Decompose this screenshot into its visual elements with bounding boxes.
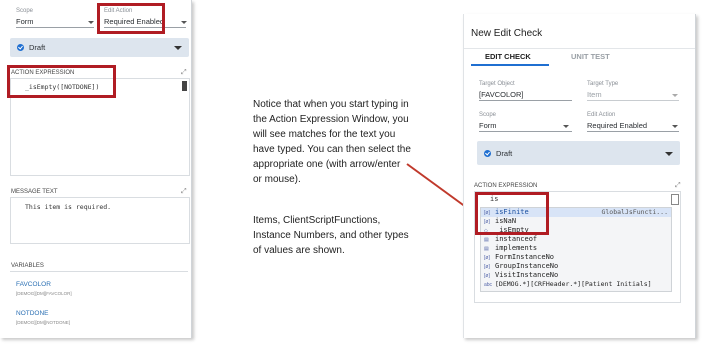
- edit-action-chevron-down-icon[interactable]: [181, 21, 187, 24]
- editor-scrollbar[interactable]: [182, 81, 187, 91]
- status-chevron-down-icon[interactable]: [665, 152, 673, 156]
- suggestion-detail: GlobalJsFuncti...: [601, 208, 668, 216]
- suggestion-item[interactable]: [ø] GroupInstanceNo: [481, 262, 671, 271]
- suggestion-item[interactable]: [ø] FormInstanceNo: [481, 253, 671, 262]
- scope-label: Scope: [479, 112, 497, 118]
- note-paragraph-1: Notice that when you start typing in the…: [253, 99, 411, 185]
- status-chevron-down-icon[interactable]: [174, 46, 182, 50]
- variable-name[interactable]: FAVCOLOR: [16, 281, 51, 288]
- edit-action-select[interactable]: Required Enabled: [587, 121, 647, 130]
- scope-underline: [16, 27, 94, 28]
- scope-chevron-down-icon[interactable]: [563, 125, 569, 128]
- text-icon: abc: [484, 282, 493, 288]
- check-circle-icon: [17, 44, 24, 51]
- variable-path: [DEMOG][DM][FAVCOLOR]: [16, 291, 72, 296]
- note-paragraph-2: Items, ClientScriptFunctions, Instance N…: [253, 215, 409, 256]
- title-divider: [464, 48, 695, 49]
- status-value: Draft: [496, 149, 513, 158]
- edit-action-highlight-box: [97, 3, 165, 34]
- edit-action-label: Edit Action: [587, 112, 616, 118]
- scope-chevron-down-icon[interactable]: [88, 21, 94, 24]
- target-object-underline: [479, 100, 572, 101]
- left-screenshot-panel: Scope Form Edit Action Required Enabled …: [0, 0, 192, 338]
- tab-active-indicator: [471, 64, 549, 66]
- suggestion-item[interactable]: abc [DEMOG.*][CRFHeader.*][Patient Initia…: [481, 280, 671, 289]
- message-text-code: This item is required.: [25, 203, 112, 211]
- message-text-label: MESSAGE TEXT: [11, 189, 58, 195]
- right-screenshot-panel: New Edit Check EDIT CHECK UNIT TEST Targ…: [463, 14, 696, 338]
- dialog-title: New Edit Check: [471, 28, 543, 39]
- edit-action-chevron-down-icon[interactable]: [672, 125, 678, 128]
- expand-icon[interactable]: ⤢: [181, 69, 187, 76]
- expand-icon[interactable]: ⤢: [675, 182, 681, 189]
- scope-select[interactable]: Form: [16, 17, 92, 26]
- scope-underline: [479, 131, 572, 132]
- expand-icon[interactable]: ⤢: [181, 188, 187, 195]
- edit-action-underline: [587, 131, 679, 132]
- action-expression-highlight-box: [7, 65, 116, 98]
- status-dropdown[interactable]: Draft: [477, 141, 680, 165]
- target-type-chevron-down-icon[interactable]: [672, 94, 678, 97]
- tab-edit-check[interactable]: EDIT CHECK: [485, 52, 531, 61]
- suggestions-highlight-box: [475, 192, 549, 235]
- editor-scrollbar[interactable]: [671, 194, 679, 205]
- message-text-editor[interactable]: This item is required.: [10, 197, 190, 244]
- suggestion-item[interactable]: ▤ instanceof: [481, 235, 671, 244]
- status-value: Draft: [29, 43, 46, 52]
- scope-label: Scope: [16, 8, 34, 14]
- variable-path: [DEMOG][DM][NOTDONE]: [16, 320, 70, 325]
- check-circle-icon: [484, 150, 491, 157]
- tab-unit-test[interactable]: UNIT TEST: [571, 52, 610, 61]
- variables-list: FAVCOLOR [DEMOG][DM][FAVCOLOR] NOTDONE […: [10, 271, 188, 334]
- variable-name[interactable]: NOTDONE: [16, 310, 49, 317]
- variables-label: VARIABLES: [11, 263, 44, 269]
- target-type-value[interactable]: Item: [587, 90, 602, 99]
- scope-select[interactable]: Form: [479, 121, 497, 130]
- target-object-value[interactable]: [FAVCOLOR]: [479, 90, 523, 99]
- target-object-label: Target Object: [479, 81, 515, 87]
- suggestion-item[interactable]: [ø] VisitInstanceNo: [481, 271, 671, 280]
- target-type-label: Target Type: [587, 81, 619, 87]
- action-expression-label: ACTION EXPRESSION: [474, 183, 538, 189]
- target-type-underline: [587, 100, 679, 101]
- status-dropdown[interactable]: Draft: [10, 38, 189, 57]
- suggestion-item[interactable]: ▤ implements: [481, 244, 671, 253]
